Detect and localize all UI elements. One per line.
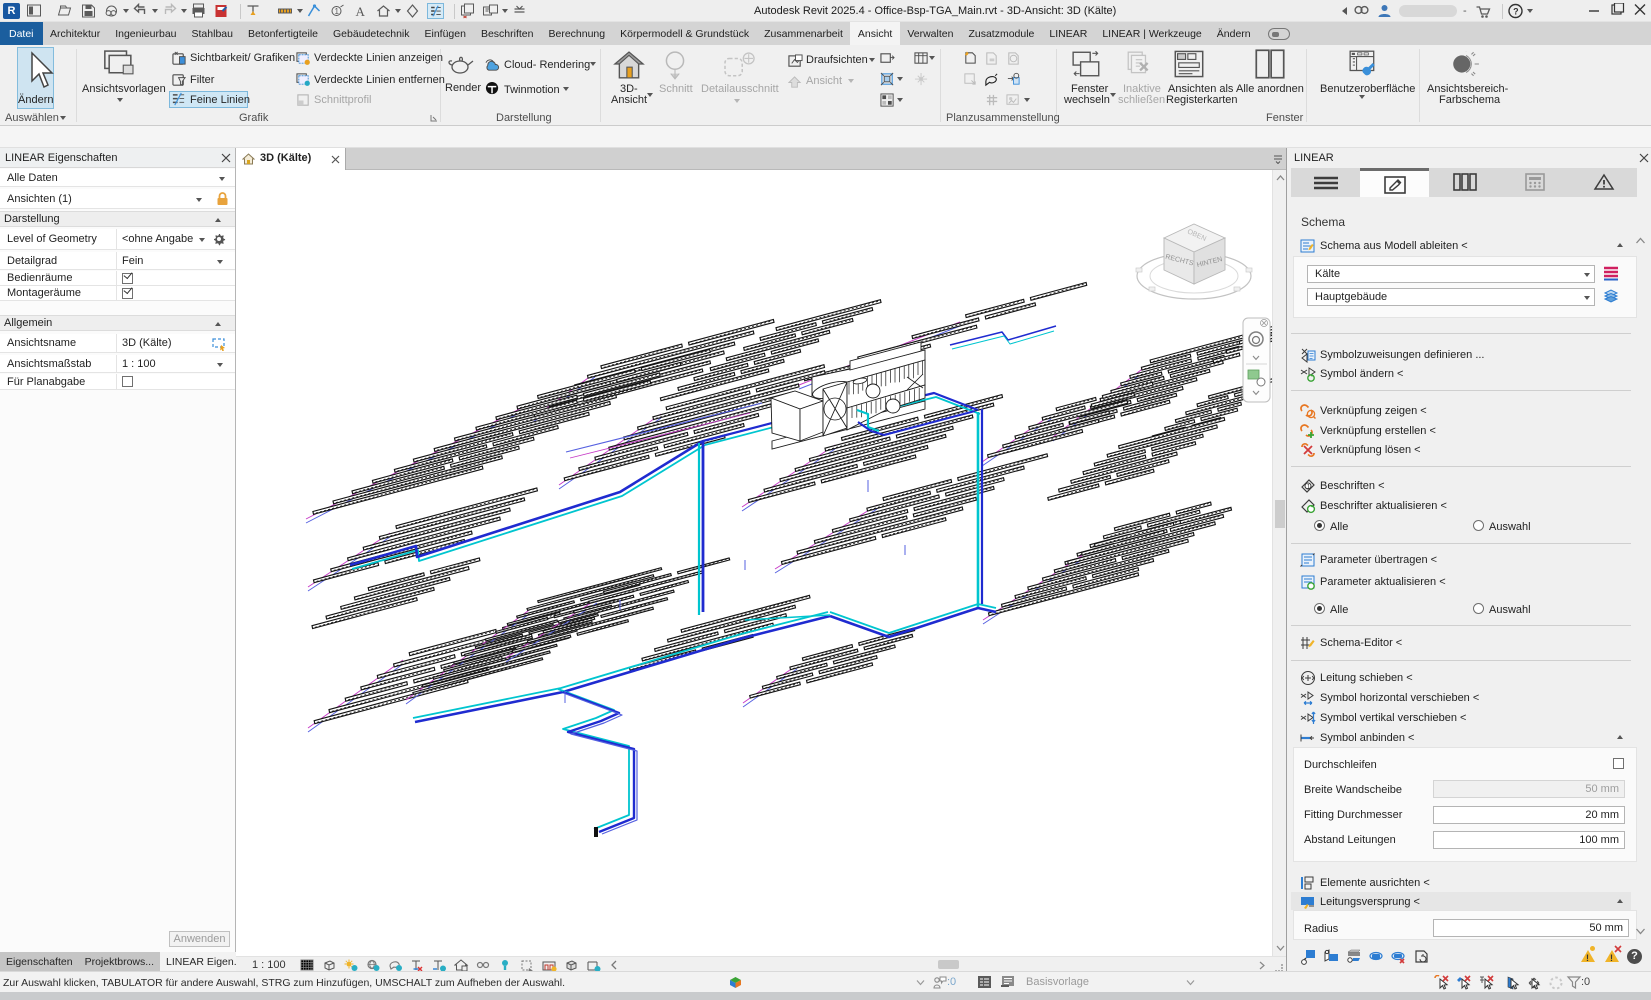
svg-text:1: 1: [335, 7, 340, 16]
svg-text:1: 1: [1307, 484, 1311, 491]
svg-text:A: A: [356, 4, 366, 19]
svg-text:?: ?: [1513, 7, 1519, 17]
